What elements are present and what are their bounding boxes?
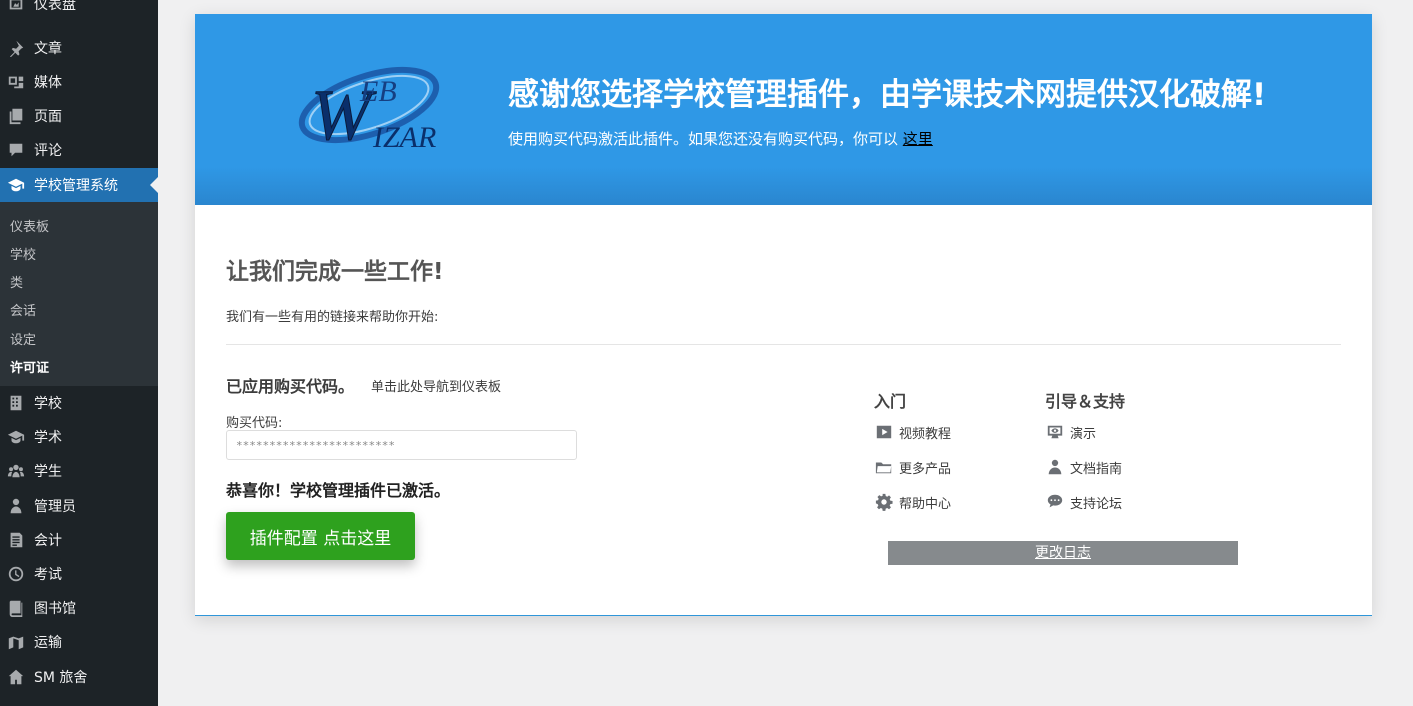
menu-item-label: 运输 — [34, 635, 62, 651]
menu-item-label: 图书馆 — [34, 601, 76, 617]
link-label: 帮助中心 — [899, 496, 952, 512]
menu-item-label: 仪表盘 — [34, 0, 76, 13]
menu-item-pages[interactable]: 页面 — [0, 99, 158, 133]
person-icon — [1045, 457, 1065, 477]
menu-item-library[interactable]: 图书馆 — [0, 591, 158, 625]
menu-item-schools[interactable]: 学校 — [0, 386, 158, 420]
banner-subtitle: 使用购买代码激活此插件。如果您还没有购买代码，你可以 这里 — [508, 128, 933, 149]
submenu-item-dashboard[interactable]: 仪表板 — [10, 216, 49, 235]
video-play-icon — [874, 422, 894, 442]
page-heading: 让我们完成一些工作! — [226, 259, 444, 285]
pin-icon — [6, 38, 26, 58]
menu-item-label: 学校管理系统 — [34, 178, 118, 194]
svg-text:IZAR: IZAR — [372, 121, 436, 154]
menu-item-administrators[interactable]: 管理员 — [0, 489, 158, 523]
getting-started-heading: 入门 — [874, 392, 907, 411]
link-label: 演示 — [1070, 426, 1097, 442]
welcome-banner: W EB IZAR 感谢您选择学校管理插件，由学课技术网提供汉化破解! 使用购买… — [195, 14, 1372, 205]
link-label: 更多产品 — [899, 461, 952, 477]
documentation-link[interactable]: 文档指南 — [1045, 457, 1122, 477]
guide-support-heading: 引导＆支持 — [1045, 392, 1126, 411]
menu-item-label: SM 旅舍 — [34, 670, 88, 686]
admin-sidebar: 仪表盘 文章 媒体 页面 评论 学校管理系统 仪表板 学校 类 会话 设定 许可… — [0, 0, 158, 706]
menu-item-students[interactable]: 学生 — [0, 454, 158, 488]
menu-item-label: 文章 — [34, 41, 62, 57]
banner-subtitle-text: 使用购买代码激活此插件。如果您还没有购买代码，你可以 — [508, 130, 899, 148]
license-panel: W EB IZAR 感谢您选择学校管理插件，由学课技术网提供汉化破解! 使用购买… — [195, 14, 1372, 616]
svg-text:EB: EB — [359, 75, 397, 108]
graduation-cap-icon — [6, 427, 26, 447]
menu-item-exams[interactable]: 考试 — [0, 557, 158, 591]
dashboard-icon — [6, 0, 26, 14]
video-tutorials-link[interactable]: 视频教程 — [874, 422, 951, 442]
purchase-code-applied-title: 已应用购买代码。 — [226, 377, 355, 396]
more-products-link[interactable]: 更多产品 — [874, 457, 951, 477]
menu-item-label: 考试 — [34, 567, 62, 583]
home-icon — [6, 667, 26, 687]
menu-item-label: 学术 — [34, 430, 62, 446]
section-divider — [226, 344, 1341, 345]
webwizar-logo: W EB IZAR — [295, 59, 450, 156]
plugin-config-button[interactable]: 插件配置 点击这里 — [226, 512, 415, 560]
menu-item-media[interactable]: 媒体 — [0, 65, 158, 99]
activation-success-message: 恭喜你！学校管理插件已激活。 — [226, 481, 451, 500]
link-label: 视频教程 — [899, 426, 952, 442]
graduation-cap-icon — [6, 175, 26, 195]
submenu-item-sessions[interactable]: 会话 — [10, 300, 36, 319]
menu-item-label: 评论 — [34, 143, 62, 159]
groups-icon — [6, 461, 26, 481]
help-center-link[interactable]: 帮助中心 — [874, 492, 951, 512]
menu-item-label: 学校 — [34, 396, 62, 412]
menu-item-accounting[interactable]: 会计 — [0, 523, 158, 557]
support-forum-link[interactable]: 支持论坛 — [1045, 492, 1122, 512]
submenu-item-schools[interactable]: 学校 — [10, 244, 36, 263]
clock-icon — [6, 564, 26, 584]
banner-title: 感谢您选择学校管理插件，由学课技术网提供汉化破解! — [508, 77, 1267, 113]
visibility-icon — [1045, 422, 1065, 442]
changelog-button[interactable]: 更改日志 — [888, 541, 1238, 565]
ledger-icon — [6, 530, 26, 550]
gear-icon — [874, 492, 894, 512]
demo-link[interactable]: 演示 — [1045, 422, 1096, 442]
building-icon — [6, 393, 26, 413]
purchase-code-input[interactable] — [226, 430, 577, 460]
admin-user-icon — [6, 496, 26, 516]
menu-item-label: 会计 — [34, 533, 62, 549]
menu-item-transport[interactable]: 运输 — [0, 625, 158, 659]
link-label: 支持论坛 — [1070, 496, 1123, 512]
menu-item-comments[interactable]: 评论 — [0, 133, 158, 167]
folder-icon — [874, 457, 894, 477]
media-icon — [6, 72, 26, 92]
comment-icon — [6, 140, 26, 160]
link-label: 文档指南 — [1070, 461, 1123, 477]
menu-item-dashboard[interactable]: 仪表盘 — [0, 0, 158, 21]
menu-item-label: 管理员 — [34, 499, 76, 515]
school-management-submenu: 仪表板 学校 类 会话 设定 许可证 — [0, 202, 158, 386]
menu-item-hostel[interactable]: SM 旅舍 — [0, 660, 158, 694]
menu-item-label: 页面 — [34, 109, 62, 125]
transport-icon — [6, 632, 26, 652]
purchase-code-label: 购买代码: — [226, 416, 283, 431]
menu-item-label: 媒体 — [34, 75, 62, 91]
chat-bubbles-icon — [1045, 492, 1065, 512]
submenu-item-classes[interactable]: 类 — [10, 272, 23, 291]
book-icon — [6, 598, 26, 618]
menu-item-label: 学生 — [34, 464, 62, 480]
menu-item-posts[interactable]: 文章 — [0, 31, 158, 65]
submenu-item-settings[interactable]: 设定 — [10, 329, 36, 348]
page-icon — [6, 106, 26, 126]
menu-item-academics[interactable]: 学术 — [0, 420, 158, 454]
submenu-item-license[interactable]: 许可证 — [10, 357, 49, 376]
purchase-code-link[interactable]: 这里 — [903, 130, 933, 148]
page-description: 我们有一些有用的链接来帮助你开始: — [226, 310, 439, 325]
navigate-to-dashboard-link[interactable]: 单击此处导航到仪表板 — [371, 376, 501, 395]
menu-item-school-management[interactable]: 学校管理系统 — [0, 168, 158, 202]
